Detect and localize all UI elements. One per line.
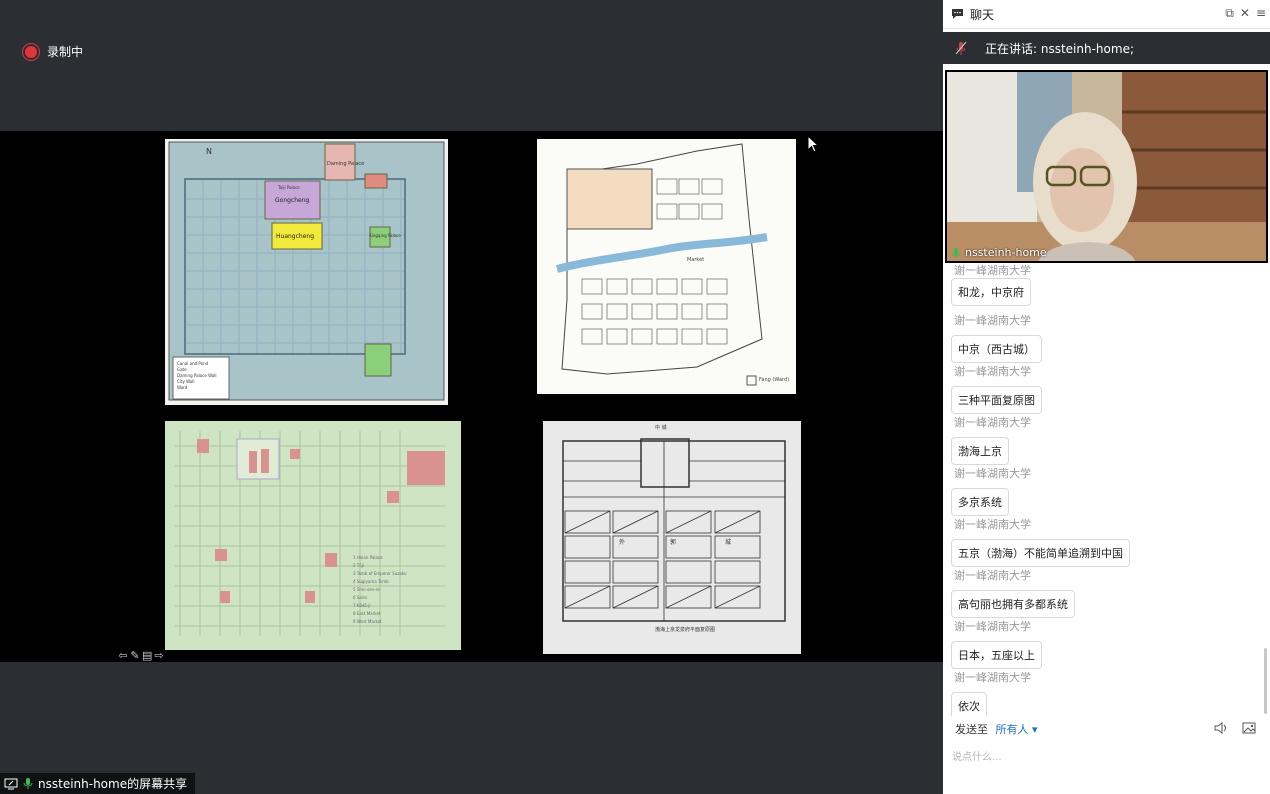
message-bubble: 渤海上京: [951, 437, 1009, 465]
message-sender: 谢一峰湖南大学: [954, 314, 1031, 327]
prev-slide-icon[interactable]: ⇦: [118, 649, 128, 662]
map-changan: N Daming Palace Gongcheng Huangcheng Tai…: [165, 139, 448, 405]
chat-panel: 聊天 ⧉ ✕ ≡ 正在讲话: nssteinh-home; nssteinh-h…: [943, 0, 1270, 794]
map-heiankyo: 1 Heian Palace 2 Tōji 3 Tomb of Emperor …: [165, 421, 461, 650]
map2-scale-label: Fang (Ward): [759, 377, 790, 383]
send-to: 发送至 所有人 ▾: [955, 721, 1038, 737]
north-label: N: [206, 147, 212, 156]
chat-input[interactable]: 说点什么...: [952, 748, 1002, 763]
share-screen-icon: [4, 778, 18, 789]
map4-mid-label: 郭: [670, 539, 677, 546]
message-sender: 谢一峰湖南大学: [954, 620, 1031, 633]
close-icon[interactable]: ✕: [1240, 6, 1250, 21]
map4-left-label: 外: [619, 539, 626, 546]
map-shangjing: 中 城 外 郭 城 渤海上京龙泉府平面复原图: [543, 421, 801, 654]
mic-muted-icon: [955, 41, 967, 55]
message-sender: 谢一峰湖南大学: [954, 467, 1031, 480]
chat-header: 聊天 ⧉ ✕ ≡: [943, 0, 1270, 29]
message-bubble: 多京系统: [951, 488, 1009, 516]
message-sender: 谢一峰湖南大学: [954, 416, 1031, 429]
menu-icon[interactable]: ≡: [1256, 6, 1266, 21]
map4-right-label: 城: [725, 539, 732, 546]
slides-icon[interactable]: ▤: [142, 649, 152, 662]
recording-label: 录制中: [47, 45, 84, 59]
video-name: nssteinh-home: [965, 246, 1047, 259]
map1-huangcheng-label: Huangcheng: [276, 233, 315, 240]
mic-icon: [23, 778, 33, 789]
chat-message: 谢一峰湖南大学 依次: [951, 669, 1031, 716]
map4-top-label: 中 城: [655, 425, 667, 431]
chat-message: 谢一峰湖南大学 日本，五座以上: [951, 618, 1042, 669]
chat-title: 聊天: [970, 7, 995, 22]
message-bubble: 依次: [951, 692, 987, 716]
map1-legend: Canal and Pond Gate Daming Palace Wall C…: [177, 361, 217, 390]
speaking-text: 正在讲话: nssteinh-home;: [985, 41, 1134, 56]
map4-caption: 渤海上京龙泉府平面复原图: [655, 627, 716, 633]
pen-icon[interactable]: ✎: [130, 649, 140, 662]
chat-tools: [1214, 722, 1256, 734]
chat-message: 谢一峰湖南大学 五京（渤海）不能简单追溯到中国: [951, 516, 1130, 567]
shared-slide: N Daming Palace Gongcheng Huangcheng Tai…: [0, 131, 943, 662]
video-name-tag: nssteinh-home: [951, 246, 1047, 259]
message-bubble: 日本，五座以上: [951, 641, 1042, 669]
speaking-bar: 正在讲话: nssteinh-home;: [943, 32, 1270, 64]
chat-messages[interactable]: 谢一峰湖南大学 和龙，中京府 谢一峰湖南大学 中京（西古城） 谢一峰湖南大学 三…: [943, 262, 1265, 716]
mouse-cursor-icon: [807, 135, 819, 153]
message-bubble: 高句丽也拥有多都系统: [951, 590, 1075, 618]
share-label-text: nssteinh-home的屏幕共享: [38, 777, 188, 791]
message-bubble: 五京（渤海）不能简单追溯到中国: [951, 539, 1130, 567]
map-line-drawing: Market Fang (Ward): [537, 139, 796, 394]
image-icon[interactable]: [1242, 722, 1256, 734]
next-slide-icon[interactable]: ⇨: [154, 649, 164, 662]
popout-icon[interactable]: ⧉: [1225, 6, 1234, 21]
map3-legend: 1 Heian Palace 2 Tōji 3 Tomb of Emperor …: [353, 555, 407, 624]
chat-message: 谢一峰湖南大学 中京（西古城）: [951, 312, 1042, 363]
map1-xingqing-label: Xingqing Palace: [369, 233, 401, 238]
message-bubble: 中京（西古城）: [951, 335, 1042, 363]
map2-market-label: Market: [687, 257, 705, 263]
send-to-dropdown[interactable]: 所有人 ▾: [996, 723, 1038, 736]
mic-icon: [951, 247, 961, 258]
map1-palace-label: Daming Palace: [327, 161, 365, 167]
chat-message: 谢一峰湖南大学 多京系统: [951, 465, 1031, 516]
message-sender: 谢一峰湖南大学: [954, 671, 1031, 684]
screen-share-area: 录制中 N Daming Palace Gongcheng Huangcheng…: [0, 0, 943, 794]
map1-taiji-label: Taiji Palace: [278, 185, 300, 190]
message-bubble: 三种平面复原图: [951, 386, 1042, 414]
message-sender: 谢一峰湖南大学: [954, 365, 1031, 378]
chat-icon: [952, 9, 963, 19]
map1-gongcheng-label: Gongcheng: [275, 197, 310, 204]
chat-message: 谢一峰湖南大学 高句丽也拥有多都系统: [951, 567, 1075, 618]
chat-message: 和龙，中京府: [951, 271, 1031, 306]
slide-toolbar: ⇦ ✎ ▤ ⇨: [118, 649, 164, 662]
screen-share-label: nssteinh-home的屏幕共享: [0, 773, 196, 794]
message-sender: 谢一峰湖南大学: [954, 569, 1031, 582]
send-to-label: 发送至: [955, 723, 988, 736]
chat-message: 谢一峰湖南大学 渤海上京: [951, 414, 1031, 465]
chat-scrollbar[interactable]: [1264, 648, 1267, 714]
chat-message: 谢一峰湖南大学 三种平面复原图: [951, 363, 1042, 414]
message-sender: 谢一峰湖南大学: [954, 518, 1031, 531]
record-dot-icon: [25, 45, 37, 58]
speaker-icon[interactable]: [1214, 722, 1228, 734]
participant-video[interactable]: nssteinh-home: [945, 70, 1268, 263]
message-bubble: 和龙，中京府: [951, 278, 1031, 306]
recording-indicator: 录制中: [25, 43, 83, 60]
